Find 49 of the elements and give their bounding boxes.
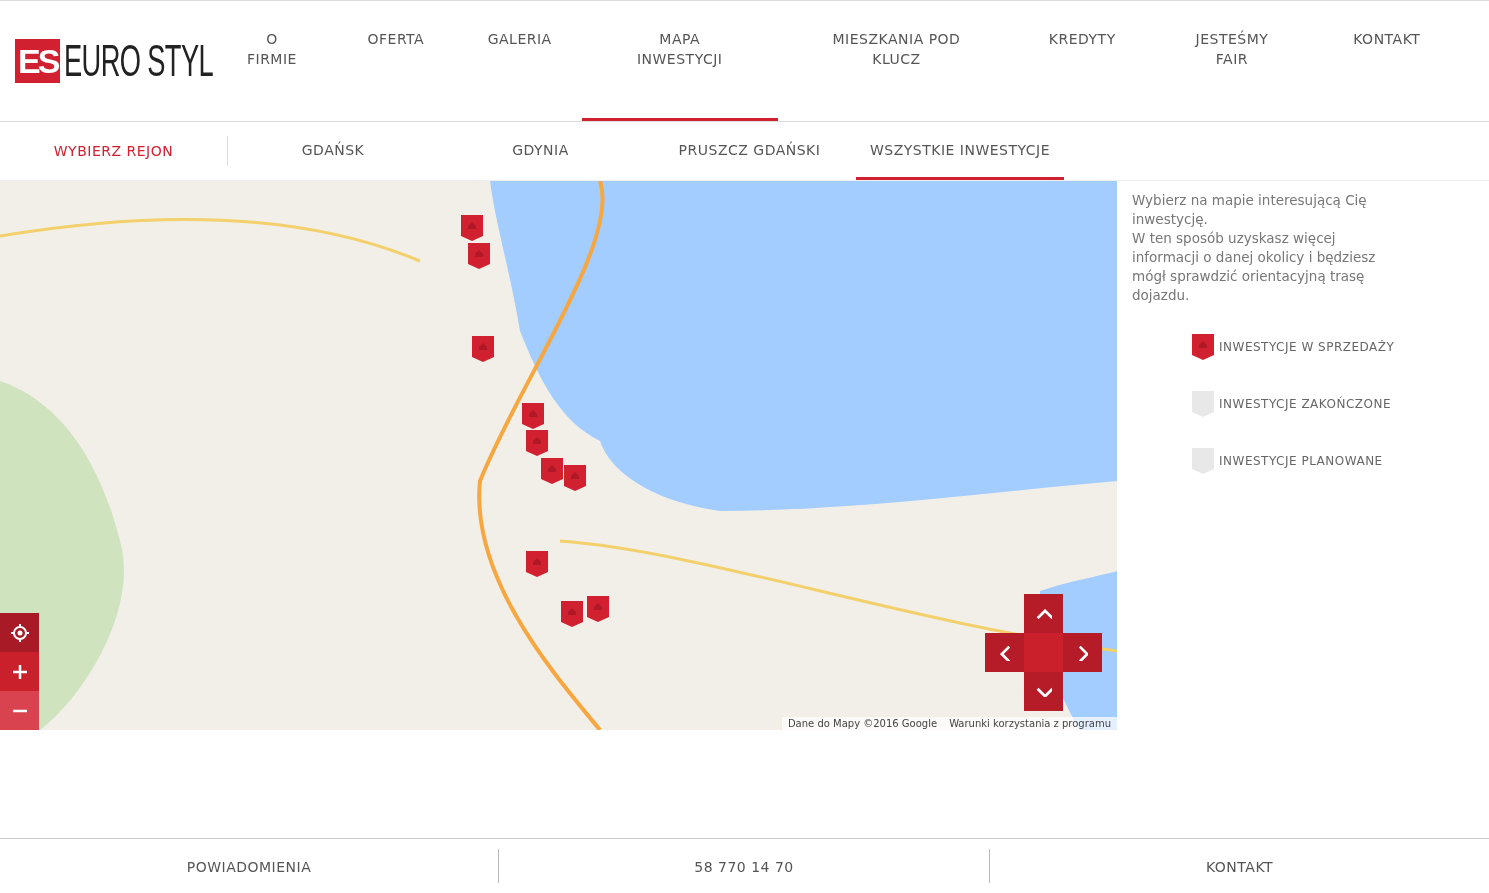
- nav-link[interactable]: MAPA INWESTYCJI: [581, 1, 778, 121]
- legend-label: INWESTYCJE W SPRZEDAŻY: [1219, 340, 1395, 354]
- map-view[interactable]: Dane do Mapy ©2016 Google Warunki korzystania z programu: [0, 181, 1117, 730]
- footer-link[interactable]: KONTAKT: [990, 849, 1489, 883]
- map-attribution: Dane do Mapy ©2016 Google: [787, 718, 938, 729]
- pan-down-button[interactable]: [1024, 672, 1063, 711]
- chevron-icon: [1077, 644, 1088, 661]
- nav-link[interactable]: GALERIA: [457, 1, 582, 121]
- logo-mark: ES: [15, 39, 61, 83]
- chevron-icon: [1035, 608, 1052, 619]
- map-marker[interactable]: [468, 243, 490, 269]
- legend-label: INWESTYCJE PLANOWANE: [1219, 454, 1383, 468]
- map-marker[interactable]: [472, 336, 494, 362]
- map-marker[interactable]: [541, 458, 563, 484]
- plus-icon: [11, 663, 28, 680]
- chevron-icon: [1035, 686, 1052, 697]
- intro-text: Wybierz na mapie interesującą Cię inwestycję.: [1132, 191, 1368, 229]
- region-tab[interactable]: PRUSZCZ GDAŃSKI: [643, 122, 856, 180]
- pan-pad-center: [1024, 633, 1063, 672]
- pan-up-button[interactable]: [1024, 594, 1063, 633]
- region-tab[interactable]: GDYNIA: [438, 122, 643, 180]
- map-marker[interactable]: [561, 601, 583, 627]
- chevron-icon: [999, 644, 1010, 661]
- pan-left-button[interactable]: [985, 633, 1024, 672]
- map-marker[interactable]: [526, 430, 548, 456]
- map-marker[interactable]: [564, 465, 586, 491]
- nav-link[interactable]: KONTAKT: [1314, 1, 1459, 121]
- map-marker[interactable]: [522, 403, 544, 429]
- logo-name: EURO STYL: [64, 39, 214, 83]
- map-marker[interactable]: [587, 596, 609, 622]
- nav-link[interactable]: OFERTA: [333, 1, 458, 121]
- zoom-in-button[interactable]: [0, 652, 39, 691]
- map-marker[interactable]: [526, 551, 548, 577]
- map-marker[interactable]: [461, 215, 483, 241]
- crosshair-icon: [9, 622, 30, 643]
- nav-link[interactable]: MIESZKANIA POD KLUCZ: [777, 1, 1016, 121]
- minus-icon: [11, 708, 28, 713]
- pan-right-button[interactable]: [1063, 633, 1102, 672]
- details-text: W ten sposób uzyskasz więcej informacji o danej okolicy i będziesz mógł sprawdzić orientacyjną trasę dojazdu.: [1132, 229, 1377, 305]
- footer-link[interactable]: 58 770 14 70: [499, 849, 990, 883]
- region-title: WYBIERZ REJON: [0, 136, 228, 166]
- footer-link[interactable]: POWIADOMIENIA: [0, 849, 499, 883]
- legend-label: INWESTYCJE ZAKOŃCZONE: [1219, 397, 1392, 411]
- marker-icon: [1192, 334, 1214, 360]
- locate-button[interactable]: [0, 613, 39, 652]
- nav-link[interactable]: KREDYTY: [1015, 1, 1150, 121]
- terms-link[interactable]: Warunki korzystania z programu: [949, 718, 1111, 729]
- region-tab[interactable]: GDAŃSK: [228, 122, 438, 180]
- nav-link[interactable]: JESTEŚMY FAIR: [1149, 1, 1315, 121]
